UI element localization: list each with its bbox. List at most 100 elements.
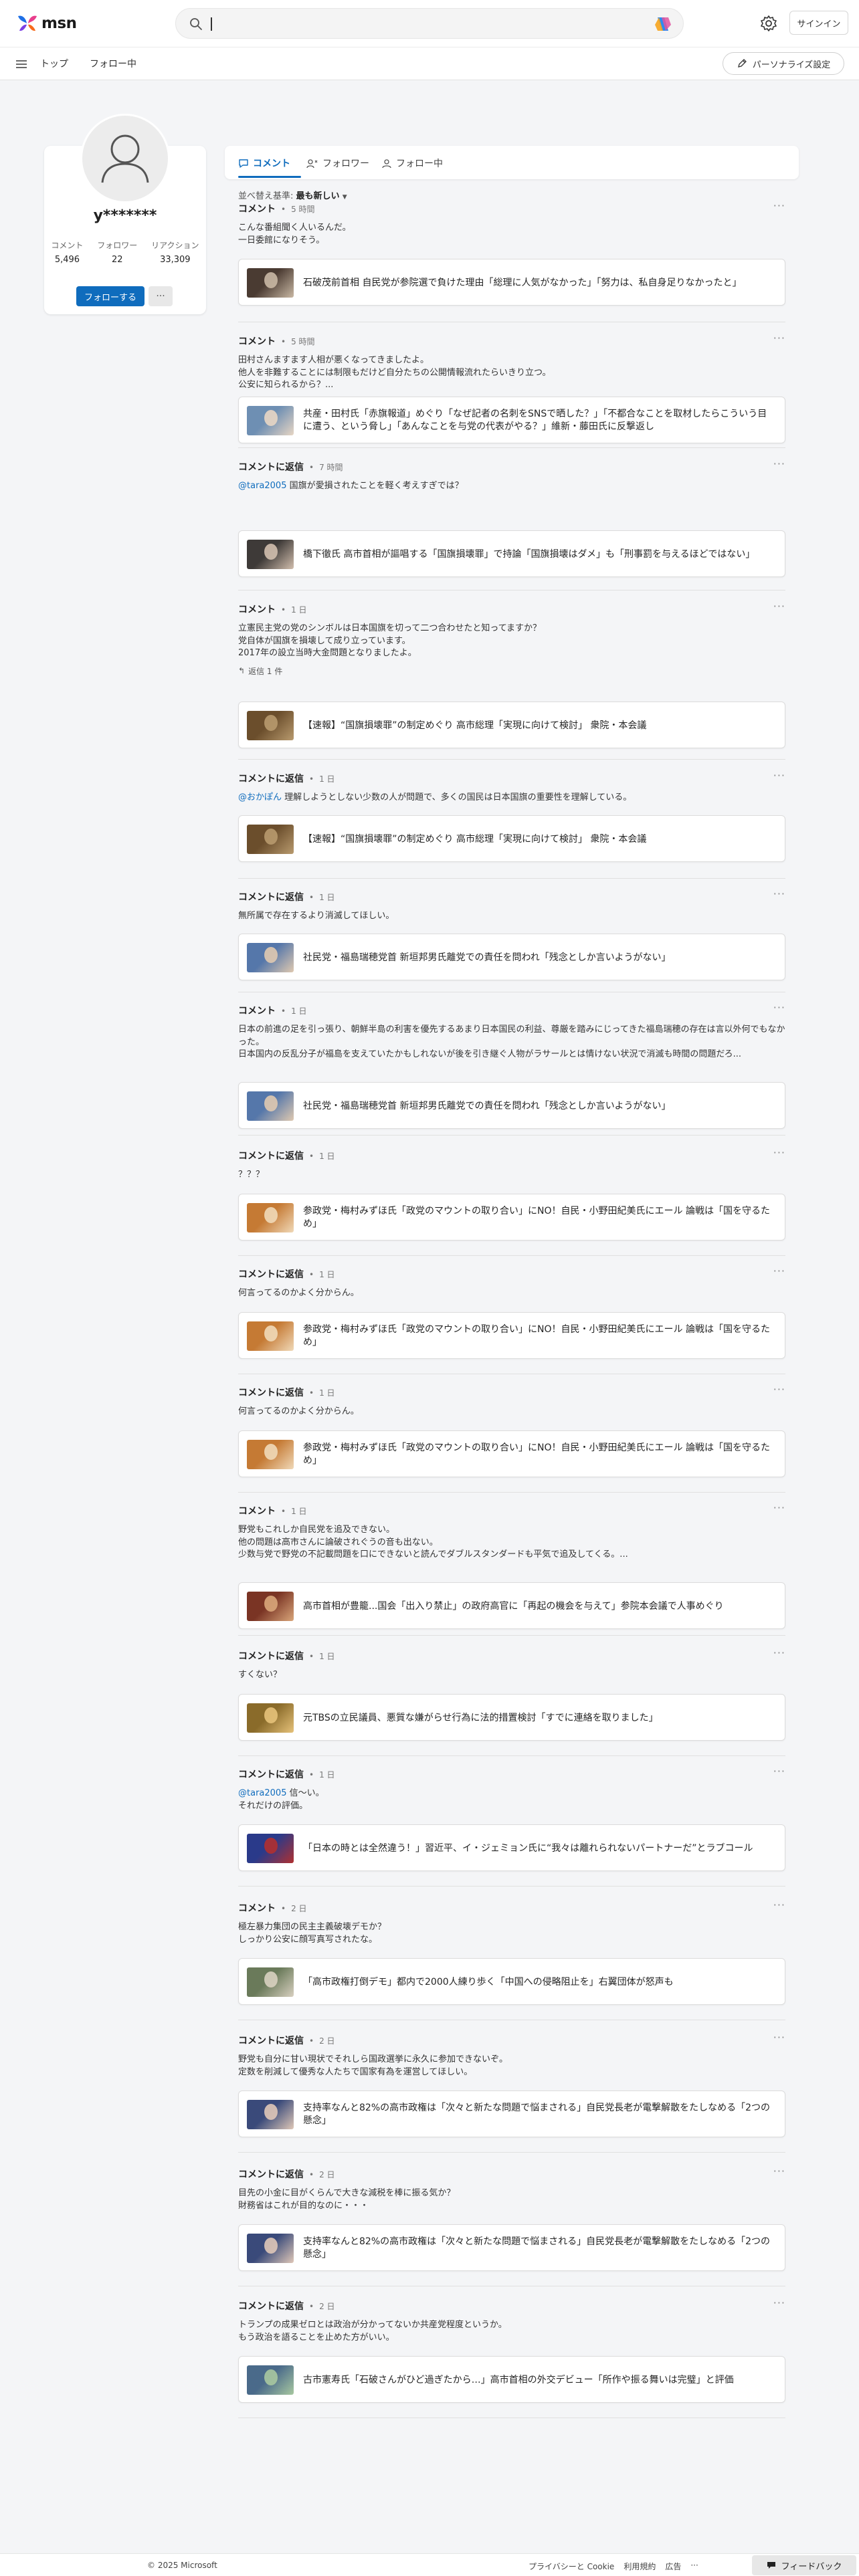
article-card[interactable]: 支持率なんと82%の高市政権は「次々と新たな問題で悩まされる」自民党長老が電撃解…: [238, 2090, 785, 2137]
separator-dot: •: [309, 1770, 314, 1780]
nav-tab-top[interactable]: トップ: [40, 57, 68, 70]
mention-link[interactable]: @tara2005: [238, 481, 286, 491]
feed-item: コメントに返信 • 1 日 ··· @おかぽん 理解しようとしない少数の人が問題で、多く…: [238, 769, 785, 879]
item-more-button[interactable]: ···: [773, 1001, 785, 1014]
feed-item: コメントに返信 • 2 日 ··· トランプの成果ゼロとは政治が分かってないか共産党程度…: [238, 2296, 785, 2418]
profile-more-button[interactable]: ···: [149, 286, 173, 306]
article-thumbnail: [247, 825, 294, 854]
item-more-button[interactable]: ···: [773, 199, 785, 212]
item-time: 1 日: [291, 1006, 307, 1016]
article-card[interactable]: 石破茂前首相 自民党が参院選で負けた理由「総理に人気がなかった」「努力は、私自身…: [238, 259, 785, 306]
nav-bar: トップ フォロー中 パーソナライズ設定: [0, 47, 859, 80]
article-card[interactable]: 社民党・福島瑞穂党首 新垣邦男氏離党での責任を問われ「残念としか言いようがない」: [238, 934, 785, 980]
thumbnail-figure: [264, 715, 278, 731]
settings-gear-icon[interactable]: [760, 15, 777, 32]
feed-item: コメントに返信 • 7 時間 ··· @tara2005 国旗が愛損されたことを軽く考え…: [238, 457, 785, 591]
item-header: コメントに返信 • 1 日: [238, 890, 785, 903]
feed-item: コメント • 1 日 ··· 野党もこれしか自民党を追及できない。 他の問題は高市さんに…: [238, 1501, 785, 1636]
separator-dot: •: [281, 1507, 286, 1516]
item-time: 1 日: [319, 1152, 335, 1161]
separator-dot: •: [309, 463, 314, 472]
footer-link-more[interactable]: ···: [690, 2561, 698, 2572]
item-more-button[interactable]: ···: [773, 1899, 785, 1911]
item-header: コメントに返信 • 2 日: [238, 2299, 785, 2313]
article-card[interactable]: 参政党・梅村みずほ氏「政党のマウントの取り合い」にNO！自民・小野田紀美氏にエー…: [238, 1194, 785, 1241]
nav-tab-following[interactable]: フォロー中: [90, 57, 136, 70]
profile-card: y******* コメント 5,496 フォロワー 22 リアクション 33,309 …: [44, 114, 206, 314]
footer-link-ads[interactable]: 広告: [665, 2561, 681, 2572]
item-body: 野党も自分に甘い現状でそれしら国政選挙に永久に参加できないぞ。 定数を削減して優…: [238, 2054, 785, 2078]
item-more-button[interactable]: ···: [773, 1765, 785, 1778]
article-card[interactable]: 「日本の時とは全然違う！」習近平、イ・ジェミョン氏に“我々は離れられないパートナ…: [238, 1824, 785, 1871]
article-card[interactable]: 【速報】“国旗損壊罪”の制定めぐり 高市総理「実現に向けて検討」 衆院・本会議: [238, 815, 785, 862]
item-time: 1 日: [319, 893, 335, 902]
article-card[interactable]: 高市首相が豊籠...国会「出入り禁止」の政府高官に「再起の機会を与えて」参院本会…: [238, 1582, 785, 1629]
item-more-button[interactable]: ···: [773, 2031, 785, 2044]
msn-logo[interactable]: msn: [16, 13, 77, 33]
stat-value: 22: [112, 255, 123, 265]
feedback-button[interactable]: フィードバック: [752, 2555, 856, 2575]
item-more-button[interactable]: ···: [773, 332, 785, 344]
article-card[interactable]: 参政党・梅村みずほ氏「政党のマウントの取り合い」にNO！自民・小野田紀美氏にエー…: [238, 1312, 785, 1359]
item-type: コメント: [238, 1506, 276, 1517]
item-more-button[interactable]: ···: [773, 600, 785, 613]
hamburger-menu-icon[interactable]: [15, 58, 28, 70]
item-body: ？？？: [238, 1169, 785, 1182]
article-card[interactable]: 社民党・福島瑞穂党首 新垣邦男氏離党での責任を問われ「残念としか言いようがない」: [238, 1082, 785, 1129]
article-card[interactable]: 参政党・梅村みずほ氏「政党のマウントの取り合い」にNO！自民・小野田紀美氏にエー…: [238, 1430, 785, 1477]
tab-following[interactable]: フォロー中: [381, 156, 443, 170]
copilot-icon[interactable]: [654, 15, 672, 33]
article-thumbnail: [247, 2365, 294, 2395]
article-card[interactable]: 支持率なんと82%の高市政権は「次々と新たな問題で悩まされる」自民党長老が電撃解…: [238, 2224, 785, 2271]
article-card[interactable]: 元TBSの立民議員、悪質な嫌がらせ行為に法的措置検討「すでに連絡を取りました」: [238, 1694, 785, 1741]
tab-followers[interactable]: フォロワー: [306, 156, 369, 170]
article-thumbnail: [247, 1091, 294, 1121]
mention-link[interactable]: @おかぽん: [238, 792, 282, 802]
item-more-button[interactable]: ···: [773, 457, 785, 470]
item-type: コメントに返信: [238, 1151, 304, 1162]
article-card[interactable]: 橋下徹氏 高市首相が謳唱する「国旗損壊罪」で持論「国旗損壊はダメ」も「刑事罰を与…: [238, 530, 785, 577]
item-more-button[interactable]: ···: [773, 769, 785, 782]
thumbnail-figure: [264, 1971, 278, 1988]
item-body: 立憲民主党の党のシンボルは日本国旗を切って二つ合わせたと知ってますか？ 党自体が…: [238, 623, 785, 660]
item-more-button[interactable]: ···: [773, 1501, 785, 1514]
article-card[interactable]: 「高市政権打倒デモ」都内で2000人練り歩く「中国への侵略阻止を」右翼団体が怒声…: [238, 1958, 785, 2005]
item-header: コメントに返信 • 1 日: [238, 1649, 785, 1662]
article-card[interactable]: 共産・田村氏「赤旗報道」めぐり「なぜ記者の名刺をSNSで晒した？」「不都合なこと…: [238, 397, 785, 443]
item-time: 7 時間: [319, 463, 343, 472]
article-title: 高市首相が豊籠...国会「出入り禁止」の政府高官に「再起の機会を与えて」参院本会…: [303, 1600, 724, 1612]
comment-icon: [239, 158, 248, 168]
signin-button[interactable]: サインイン: [789, 11, 848, 35]
search-box[interactable]: [175, 8, 684, 39]
article-title: 社民党・福島瑞穂党首 新垣邦男氏離党での責任を問われ「残念としか言いようがない」: [303, 1100, 671, 1111]
item-more-button[interactable]: ···: [773, 2296, 785, 2309]
item-body: 無所属で存在するより消滅してほしい。: [238, 910, 785, 923]
item-time: 1 日: [319, 1770, 335, 1780]
item-more-button[interactable]: ···: [773, 1383, 785, 1396]
thumbnail-figure: [264, 947, 278, 963]
reply-count-button[interactable]: ↰ 返信 1 件: [238, 665, 785, 677]
item-more-button[interactable]: ···: [773, 1146, 785, 1159]
comment-text: 極左暴力集団の民主主義破壊デモか？ しっかり公安に顔写真写されたな。: [238, 1922, 387, 1945]
footer-link-privacy[interactable]: プライバシーと Cookie: [529, 2561, 614, 2572]
item-more-button[interactable]: ···: [773, 2165, 785, 2177]
footer-link-terms[interactable]: 利用規約: [624, 2561, 656, 2572]
item-time: 2 日: [319, 2036, 335, 2046]
personalize-button[interactable]: パーソナライズ設定: [723, 52, 844, 75]
article-card[interactable]: 古市憲寿氏「石破さんがひど過ぎたから…」高市首相の外交デビュー「所作や振る舞いは…: [238, 2356, 785, 2403]
article-thumbnail: [247, 2100, 294, 2129]
stat-value: 33,309: [160, 255, 191, 265]
item-more-button[interactable]: ···: [773, 1646, 785, 1659]
item-more-button[interactable]: ···: [773, 1265, 785, 1277]
follow-button[interactable]: フォローする: [76, 286, 145, 306]
mention-link[interactable]: @tara2005: [238, 1788, 286, 1798]
separator-dot: •: [309, 1152, 314, 1161]
item-header: コメントに返信 • 2 日: [238, 2034, 785, 2047]
sort-selector[interactable]: 並べ替え基準: 最も新しい ▼: [238, 189, 347, 201]
separator-dot: •: [281, 1904, 286, 1913]
item-more-button[interactable]: ···: [773, 887, 785, 900]
item-body: 日本の前進の足を引っ張り、朝鮮半島の利害を優先するあまり日本国民の利益、尊厳を踏…: [238, 1024, 785, 1061]
article-card[interactable]: 【速報】“国旗損壊罪”の制定めぐり 高市総理「実現に向けて検討」 衆院・本会議: [238, 702, 785, 748]
thumbnail-figure: [264, 2238, 278, 2254]
tab-comments[interactable]: コメント: [238, 156, 290, 170]
